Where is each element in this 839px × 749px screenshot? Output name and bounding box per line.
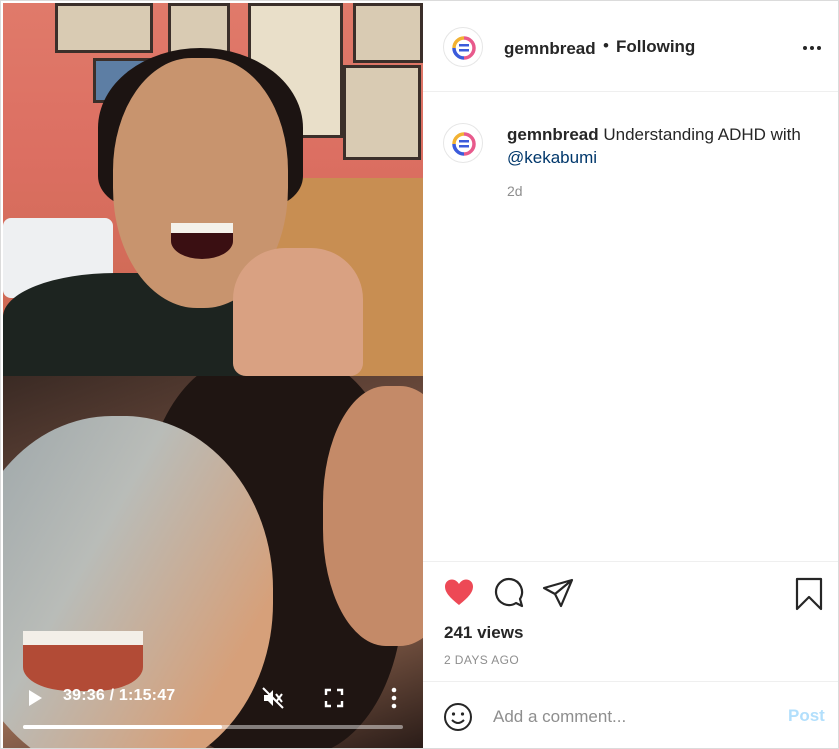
post-comment-button[interactable]: Post (788, 706, 825, 726)
person-mouth (171, 223, 233, 259)
post-date[interactable]: 2 DAYS AGO (444, 653, 519, 667)
video-progress-fill (23, 725, 223, 729)
video-time: 39:36 / 1:15:47 (63, 687, 176, 704)
caption-timestamp[interactable]: 2d (507, 183, 523, 199)
comment-form: Post (423, 681, 838, 748)
video-progress-bar[interactable] (23, 725, 403, 729)
caption-username[interactable]: gemnbread (507, 125, 599, 144)
comment-input[interactable] (493, 702, 773, 732)
play-icon[interactable] (25, 688, 45, 708)
smiley-icon[interactable] (443, 702, 473, 732)
more-horizontal-icon[interactable] (801, 39, 823, 57)
share-icon[interactable] (542, 578, 574, 608)
person-hand (233, 248, 363, 376)
wall-poster (353, 3, 423, 63)
caption-avatar[interactable] (443, 123, 483, 163)
fullscreen-icon[interactable] (323, 687, 345, 709)
post-header: gemnbread • Following (423, 3, 838, 92)
more-vertical-icon[interactable] (383, 686, 405, 710)
view-count[interactable]: 241 views (444, 623, 523, 643)
bookmark-icon[interactable] (794, 577, 824, 611)
muted-icon[interactable] (261, 686, 285, 710)
caption-text: gemnbread Understanding ADHD with @kekab… (507, 123, 807, 169)
header-username[interactable]: gemnbread (504, 39, 596, 59)
video-player[interactable]: 39:36 / 1:15:47 (3, 3, 423, 748)
separator-dot: • (603, 36, 609, 55)
wall-poster (343, 65, 421, 160)
post-actions: 241 views 2 DAYS AGO (423, 561, 838, 681)
gem-and-bread-logo-icon (452, 132, 476, 156)
comment-icon[interactable] (493, 577, 525, 609)
caption-mention-link[interactable]: @kekabumi (507, 148, 597, 167)
avatar[interactable] (443, 27, 483, 67)
video-controls: 39:36 / 1:15:47 (3, 678, 423, 748)
following-button[interactable]: Following (616, 37, 695, 57)
wall-poster (55, 3, 153, 53)
gem-and-bread-logo-icon (452, 36, 476, 60)
heart-filled-icon[interactable] (443, 577, 475, 607)
post-side-panel: gemnbread • Following gemnbread Understa… (423, 3, 838, 748)
caption-body: Understanding ADHD with (598, 125, 801, 144)
instagram-post: 39:36 / 1:15:47 gemnbread • Following ge… (0, 0, 839, 749)
video-frame-top (3, 3, 423, 376)
